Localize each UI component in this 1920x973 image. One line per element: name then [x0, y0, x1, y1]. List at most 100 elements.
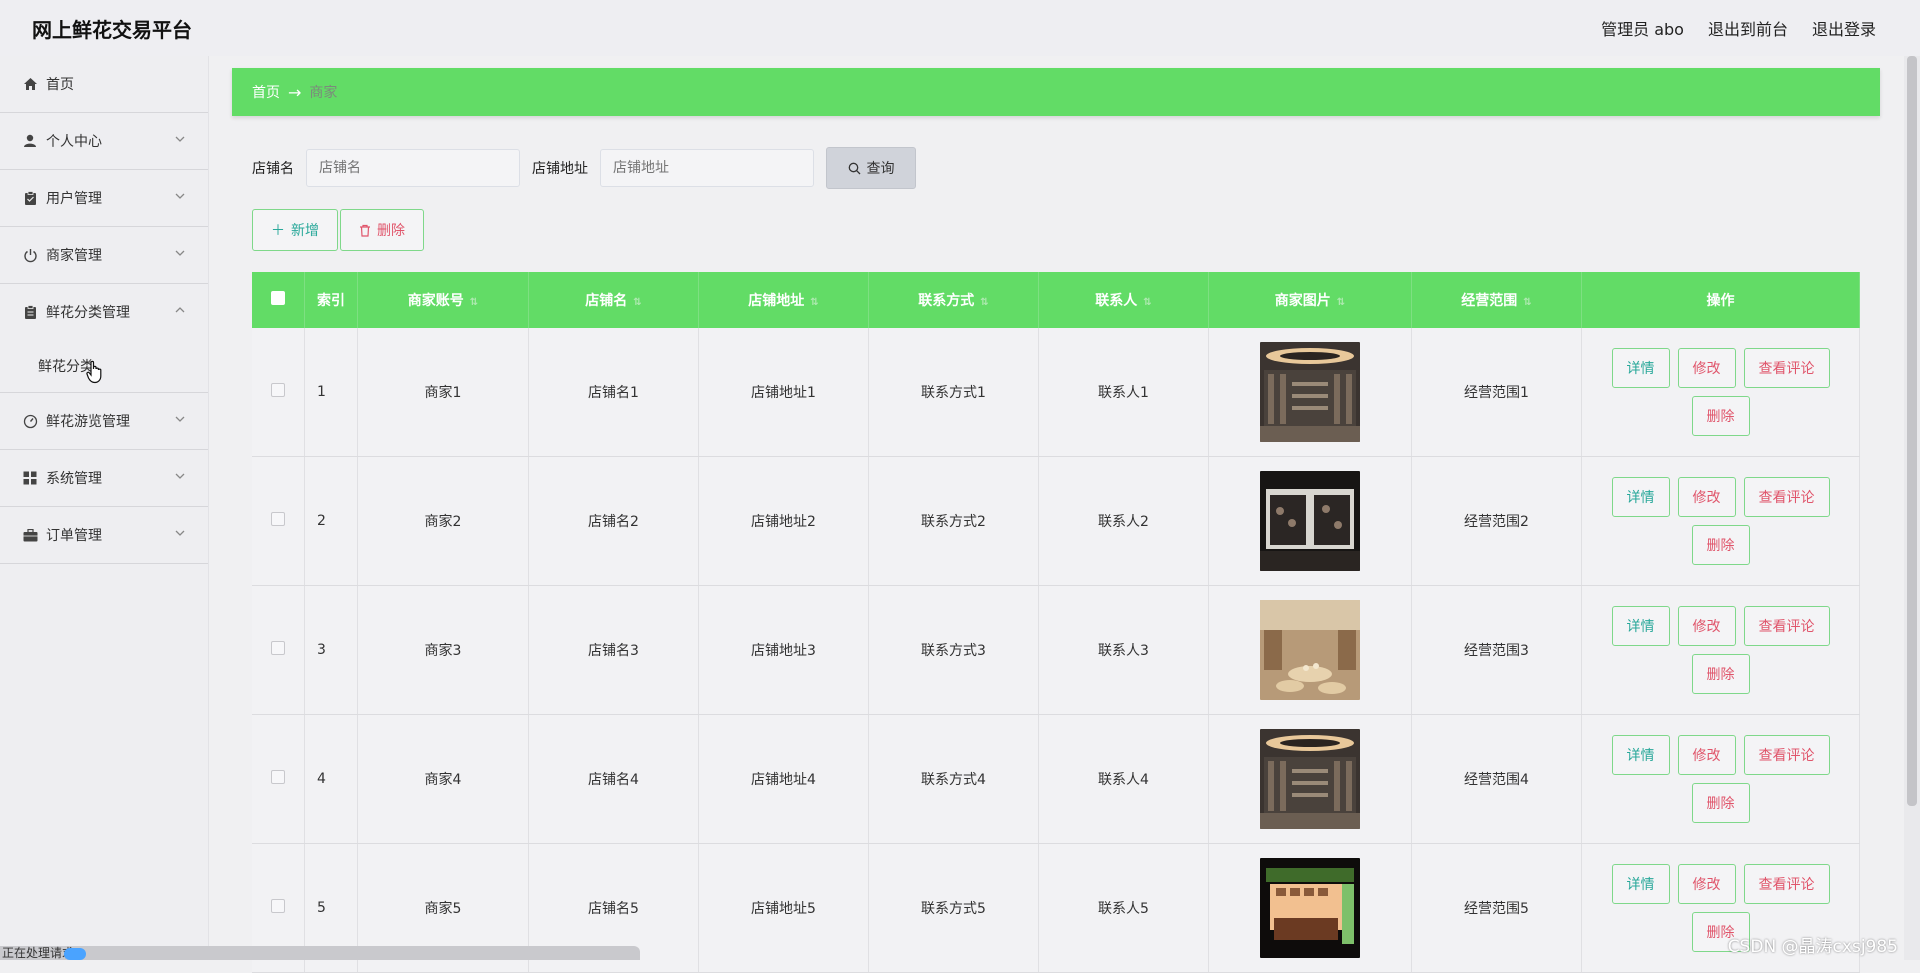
shop-interior-icon[interactable] [1260, 729, 1360, 829]
column-header-label: 联系人 [1095, 293, 1138, 309]
shop-kiosk-icon[interactable] [1260, 858, 1360, 958]
sort-icon: ⇅ [469, 297, 479, 308]
sidebar-item-user-management[interactable]: 用户管理 [0, 170, 208, 227]
view-reviews-button[interactable]: 查看评论 [1743, 864, 1830, 904]
cell-operations: 详情 修改 查看评论 删除 [1581, 585, 1860, 715]
sort-icon: ⇅ [1336, 297, 1346, 308]
clipboard-icon [22, 190, 38, 206]
scrollbar-thumb[interactable] [1907, 56, 1917, 806]
column-header-label: 经营范围 [1461, 293, 1518, 309]
row-select-cell [252, 585, 305, 715]
breadcrumb-home[interactable]: 首页 [252, 82, 280, 102]
shop-interior-icon[interactable] [1260, 342, 1360, 442]
gauge-icon [22, 413, 38, 429]
row-actions-top: 详情 修改 查看评论 [1611, 735, 1830, 775]
row-select-cell [252, 456, 305, 586]
sort-icon: ⇅ [633, 297, 642, 308]
trash-icon [360, 224, 370, 237]
view-reviews-button[interactable]: 查看评论 [1743, 735, 1830, 775]
breadcrumb: 首页 → 商家 [232, 68, 1880, 116]
column-header[interactable]: 联系方式 ⇅ [868, 272, 1039, 328]
view-reviews-button[interactable]: 查看评论 [1743, 348, 1830, 388]
edit-button[interactable]: 修改 [1677, 477, 1736, 517]
view-reviews-button[interactable]: 查看评论 [1743, 477, 1830, 517]
query-button[interactable]: 查询 [826, 147, 916, 189]
delete-row-button[interactable]: 删除 [1691, 525, 1750, 565]
cell-index: 2 [304, 456, 358, 586]
sidebar-item-home[interactable]: 首页 [0, 56, 208, 113]
logout-link[interactable]: 退出登录 [1812, 16, 1876, 40]
edit-button[interactable]: 修改 [1677, 606, 1736, 646]
detail-button[interactable]: 详情 [1611, 735, 1670, 775]
cell-merchant-image [1208, 714, 1412, 844]
detail-button[interactable]: 详情 [1611, 864, 1670, 904]
cell-merchant-account: 商家3 [357, 585, 529, 715]
cell-contact-person: 联系人1 [1038, 328, 1209, 457]
edit-button[interactable]: 修改 [1677, 348, 1736, 388]
sidebar-item-flower-browse-management[interactable]: 鲜花游览管理 [0, 393, 208, 450]
detail-button[interactable]: 详情 [1611, 477, 1670, 517]
row-actions: 详情 修改 查看评论 删除 [1583, 735, 1858, 823]
cell-merchant-image [1208, 843, 1412, 973]
sidebar-subitem-flower-category[interactable]: 鲜花分类 [0, 340, 208, 393]
table-header-row: 索引 商家账号 ⇅ 店铺名 ⇅ 店铺地址 ⇅ 联系方式 ⇅ 联系人 ⇅ 商家图片 ⇅ 经营范… [252, 272, 1860, 328]
row-checkbox[interactable] [271, 383, 285, 397]
column-header-label: 商家账号 [407, 293, 464, 309]
sidebar-item-label: 首页 [46, 77, 74, 93]
sidebar-item-label: 鲜花分类管理 [46, 305, 130, 321]
batch-delete-button[interactable]: 删除 [340, 209, 424, 251]
vertical-scrollbar[interactable] [1904, 56, 1920, 960]
column-header[interactable]: 商家账号 ⇅ [357, 272, 529, 328]
cell-operations: 详情 修改 查看评论 删除 [1581, 328, 1860, 457]
delete-row-button[interactable]: 删除 [1691, 783, 1750, 823]
sidebar-item-merchant-management[interactable]: 商家管理 [0, 227, 208, 284]
plus-icon: ＋ [271, 223, 285, 239]
table-row: 2 商家2 店铺名2 店铺地址2 联系方式2 联系人2 经营范围2 详情 修改 … [252, 456, 1860, 586]
row-checkbox[interactable] [271, 770, 285, 784]
detail-button[interactable]: 详情 [1611, 348, 1670, 388]
delete-row-button[interactable]: 删除 [1691, 654, 1750, 694]
view-reviews-button[interactable]: 查看评论 [1743, 606, 1830, 646]
sidebar-item-personal-center[interactable]: 个人中心 [0, 113, 208, 170]
select-all-checkbox[interactable] [271, 291, 285, 305]
edit-button[interactable]: 修改 [1677, 864, 1736, 904]
shop-display-icon[interactable] [1260, 600, 1360, 700]
column-header[interactable]: 店铺名 ⇅ [528, 272, 699, 328]
cell-shop-address: 店铺地址1 [698, 328, 869, 457]
row-select-cell [252, 328, 305, 457]
detail-button[interactable]: 详情 [1611, 606, 1670, 646]
row-checkbox[interactable] [271, 899, 285, 913]
query-button-label: 查询 [866, 161, 895, 177]
shop-address-input[interactable] [600, 149, 814, 187]
cell-contact-person: 联系人3 [1038, 585, 1209, 715]
sidebar-item-flower-category-management[interactable]: 鲜花分类管理 [0, 284, 208, 340]
shop-address-label: 店铺地址 [532, 161, 588, 177]
row-checkbox[interactable] [271, 512, 285, 526]
watermark: CSDN @晶涛cxsj985 [1727, 937, 1898, 957]
chevron-up-icon [175, 307, 185, 313]
delete-row-button[interactable]: 删除 [1691, 396, 1750, 436]
cell-index: 3 [304, 585, 358, 715]
column-header[interactable]: 联系人 ⇅ [1038, 272, 1209, 328]
sort-icon: ⇅ [1523, 297, 1532, 308]
cell-shop-address: 店铺地址3 [698, 585, 869, 715]
column-header[interactable]: 商家图片 ⇅ [1208, 272, 1412, 328]
cell-contact: 联系方式5 [868, 843, 1039, 973]
column-header[interactable]: 经营范围 ⇅ [1411, 272, 1582, 328]
row-actions: 详情 修改 查看评论 删除 [1583, 477, 1858, 565]
cell-operations: 详情 修改 查看评论 删除 [1581, 456, 1860, 586]
column-header[interactable]: 店铺地址 ⇅ [698, 272, 869, 328]
sidebar-item-order-management[interactable]: 订单管理 [0, 507, 208, 564]
exit-to-front-link[interactable]: 退出到前台 [1708, 16, 1788, 40]
edit-button[interactable]: 修改 [1677, 735, 1736, 775]
cell-index: 1 [304, 328, 358, 457]
cell-shop-name: 店铺名4 [528, 714, 699, 844]
add-button[interactable]: ＋ 新增 [252, 209, 338, 251]
sidebar-item-system-management[interactable]: 系统管理 [0, 450, 208, 507]
cell-contact: 联系方式3 [868, 585, 1039, 715]
cell-contact-person: 联系人4 [1038, 714, 1209, 844]
shop-name-input[interactable] [306, 149, 520, 187]
shop-front-icon[interactable] [1260, 471, 1360, 571]
sort-icon: ⇅ [1143, 297, 1152, 308]
row-checkbox[interactable] [271, 641, 285, 655]
